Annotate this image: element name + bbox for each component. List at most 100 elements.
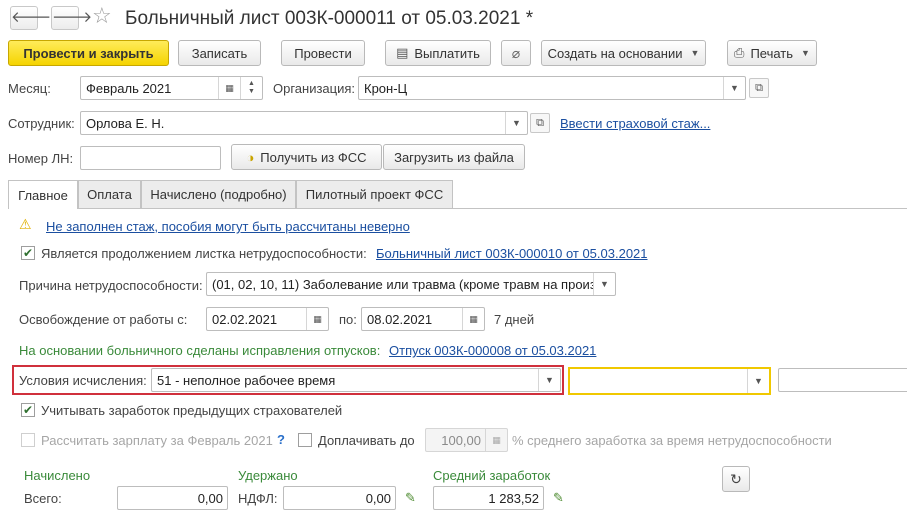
percent-text: % среднего заработка за время нетрудоспо…: [512, 433, 832, 448]
consider-previous-employers-label: Учитывать заработок предыдущих страховат…: [41, 403, 343, 418]
third-condition-field[interactable]: [778, 368, 907, 392]
organization-label: Организация:: [273, 81, 356, 96]
write-button[interactable]: Записать: [178, 40, 261, 66]
document-icon: ▤: [396, 45, 409, 60]
accrued-header: Начислено: [24, 468, 91, 483]
favorite-star-icon[interactable]: ☆: [92, 4, 112, 28]
ndfl-label: НДФЛ:: [238, 491, 278, 506]
open-organization-icon[interactable]: ⧉: [749, 78, 769, 98]
total-label: Всего:: [24, 491, 62, 506]
date-to-label: по:: [339, 312, 357, 327]
continuation-checkbox[interactable]: ✔: [21, 246, 35, 260]
month-field[interactable]: Февраль 2021 ▦ ▲ ▼: [80, 76, 263, 100]
organization-value: Крон-Ц: [364, 80, 408, 96]
reason-label: Причина нетрудоспособности:: [19, 278, 203, 293]
open-employee-icon[interactable]: ⧉: [530, 113, 550, 133]
create-based-on-button[interactable]: Создать на основании ▼: [541, 40, 706, 66]
continuation-label: Является продолжением листка нетрудоспос…: [41, 246, 367, 261]
calc-salary-checkbox[interactable]: [21, 433, 35, 447]
calculation-conditions-label: Условия исчисления:: [19, 373, 147, 388]
chevron-down-icon[interactable]: ▼: [747, 369, 769, 393]
calc-salary-label: Рассчитать зарплату за Февраль 2021: [41, 433, 273, 448]
average-earnings-value: 1 283,52: [488, 490, 539, 506]
back-button[interactable]: 🡐: [10, 6, 51, 30]
tab-accrued-detailed[interactable]: Начислено (подробно): [141, 180, 296, 208]
chevron-down-icon[interactable]: ▼: [593, 273, 615, 295]
printer-icon: ⎙: [734, 45, 745, 60]
edit-ndfl-pencil-icon[interactable]: ✎: [405, 490, 416, 506]
chevron-down-icon[interactable]: ▼: [538, 369, 560, 391]
employee-value: Орлова Е. Н.: [86, 115, 165, 131]
employee-label: Сотрудник:: [8, 116, 75, 131]
post-button[interactable]: Провести: [281, 40, 365, 66]
arrow-right-icon: 🡒: [52, 9, 93, 26]
date-to-field[interactable]: 08.02.2021 ▦: [361, 307, 485, 331]
chevron-down-icon[interactable]: ▼: [723, 77, 745, 99]
vacation-correction-note: На основании больничного сделаны исправл…: [19, 343, 381, 358]
employee-field[interactable]: Орлова Е. Н. ▼: [80, 111, 528, 135]
average-earnings-field[interactable]: 1 283,52: [433, 486, 544, 510]
chevron-down-icon: ▼: [801, 48, 810, 58]
load-from-file-button[interactable]: Загрузить из файла: [383, 144, 525, 170]
chevron-down-icon[interactable]: ▼: [505, 112, 527, 134]
second-condition-field[interactable]: ▼: [568, 367, 771, 395]
month-value: Февраль 2021: [86, 80, 172, 96]
withheld-header: Удержано: [238, 468, 298, 483]
print-label: Печать: [750, 45, 794, 61]
ndfl-value: 0,00: [365, 490, 391, 506]
chevron-down-icon: ▼: [690, 48, 700, 58]
calendar-icon[interactable]: ▦: [462, 308, 484, 330]
total-value: 0,00: [197, 490, 223, 506]
ndfl-field[interactable]: 0,00: [283, 486, 396, 510]
print-button[interactable]: ⎙ Печать ▼: [727, 40, 817, 66]
tab-main[interactable]: Главное: [8, 180, 78, 209]
days-count: 7 дней: [494, 312, 535, 327]
extra-pay-checkbox[interactable]: [298, 433, 312, 447]
reason-select[interactable]: (01, 02, 10, 11) Заболевание или травма …: [206, 272, 616, 296]
forward-button[interactable]: 🡒: [51, 6, 92, 30]
paperclip-icon: ⌀: [511, 44, 521, 61]
date-to-value: 08.02.2021: [367, 311, 433, 327]
previous-sick-leave-link[interactable]: Больничный лист 003К-000010 от 05.03.202…: [376, 246, 648, 261]
edit-average-earnings-pencil-icon[interactable]: ✎: [553, 490, 564, 506]
fss-icon: ◑: [246, 149, 255, 165]
attach-button[interactable]: ⌀: [501, 40, 531, 66]
ln-number-input[interactable]: [80, 146, 221, 170]
tab-fss-pilot[interactable]: Пилотный проект ФСС: [296, 180, 453, 208]
average-earnings-header: Средний заработок: [433, 468, 551, 483]
get-from-fss-label: Получить из ФСС: [260, 149, 367, 165]
release-from-label: Освобождение от работы с:: [19, 312, 188, 327]
get-from-fss-button[interactable]: ◑ Получить из ФСС: [231, 144, 382, 170]
calculation-conditions-select[interactable]: 51 - неполное рабочее время ▼: [151, 368, 561, 392]
pay-label: Выплатить: [414, 45, 480, 61]
arrow-left-icon: 🡐: [11, 9, 52, 26]
calendar-icon[interactable]: ▦: [218, 77, 240, 99]
date-from-field[interactable]: 02.02.2021 ▦: [206, 307, 329, 331]
create-based-on-label: Создать на основании: [547, 45, 683, 61]
insurance-experience-link[interactable]: Ввести страховой стаж...: [560, 116, 710, 131]
date-from-value: 02.02.2021: [212, 311, 278, 327]
warning-icon: ⚠: [19, 216, 32, 232]
calendar-icon[interactable]: ▦: [306, 308, 328, 330]
missing-experience-warning-link[interactable]: Не заполнен стаж, пособия могут быть рас…: [46, 219, 410, 234]
calculation-conditions-value: 51 - неполное рабочее время: [157, 372, 336, 388]
extra-pay-percent-field[interactable]: 100,00 ▦: [425, 428, 508, 452]
calculator-icon[interactable]: ▦: [485, 429, 507, 451]
extra-pay-label: Доплачивать до: [318, 433, 415, 448]
ln-number-label: Номер ЛН:: [8, 151, 74, 166]
post-and-close-button[interactable]: Провести и закрыть: [8, 40, 169, 66]
consider-previous-employers-checkbox[interactable]: ✔: [21, 403, 35, 417]
total-field[interactable]: 0,00: [117, 486, 228, 510]
refresh-button[interactable]: ↻: [722, 466, 750, 492]
month-label: Месяц:: [8, 81, 51, 96]
pay-button[interactable]: ▤ Выплатить: [385, 40, 491, 66]
refresh-icon: ↻: [730, 470, 742, 487]
help-icon[interactable]: ?: [277, 432, 285, 447]
reason-value: (01, 02, 10, 11) Заболевание или травма …: [212, 276, 593, 292]
vacation-document-link[interactable]: Отпуск 003К-000008 от 05.03.2021: [389, 343, 596, 358]
page-title: Больничный лист 003К-000011 от 05.03.202…: [125, 8, 534, 29]
tab-payment[interactable]: Оплата: [78, 180, 141, 208]
organization-field[interactable]: Крон-Ц ▼: [358, 76, 746, 100]
tab-divider: [8, 208, 907, 209]
month-stepper[interactable]: ▲ ▼: [240, 77, 262, 99]
